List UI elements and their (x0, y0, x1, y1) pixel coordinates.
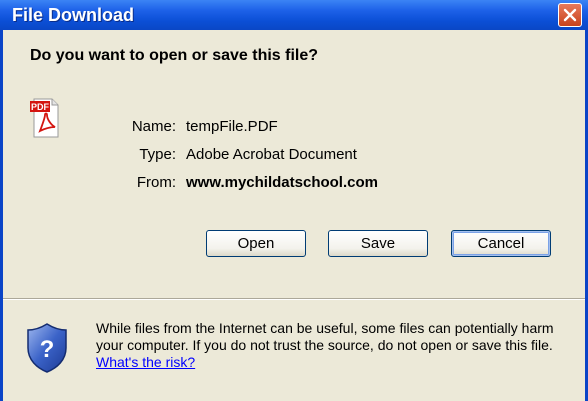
pdf-file-icon: PDF (30, 98, 59, 138)
window-title: File Download (12, 5, 135, 25)
question-text: Do you want to open or save this file? (30, 47, 319, 64)
security-warning: While files from the Internet can be use… (96, 320, 576, 371)
name-value: tempFile.PDF (186, 118, 278, 135)
svg-text:?: ? (40, 336, 55, 363)
cancel-button[interactable]: Cancel (451, 230, 551, 257)
title-bar[interactable]: File Download (0, 0, 588, 30)
close-button[interactable] (558, 3, 582, 27)
warning-text: While files from the Internet can be use… (96, 320, 554, 353)
type-label: Type: (139, 146, 176, 163)
whats-the-risk-link[interactable]: What's the risk? (96, 354, 195, 370)
name-label: Name: (131, 118, 176, 135)
save-button[interactable]: Save (328, 230, 428, 257)
from-label: From: (136, 174, 176, 191)
from-value: www.mychildatschool.com (186, 174, 378, 191)
type-value: Adobe Acrobat Document (186, 146, 357, 163)
divider (3, 298, 585, 300)
svg-text:PDF: PDF (31, 102, 50, 112)
security-shield-icon: ? (27, 323, 67, 373)
close-icon (563, 8, 577, 22)
open-button[interactable]: Open (206, 230, 306, 257)
file-download-dialog: File Download Do you want to open or sav… (0, 0, 588, 401)
